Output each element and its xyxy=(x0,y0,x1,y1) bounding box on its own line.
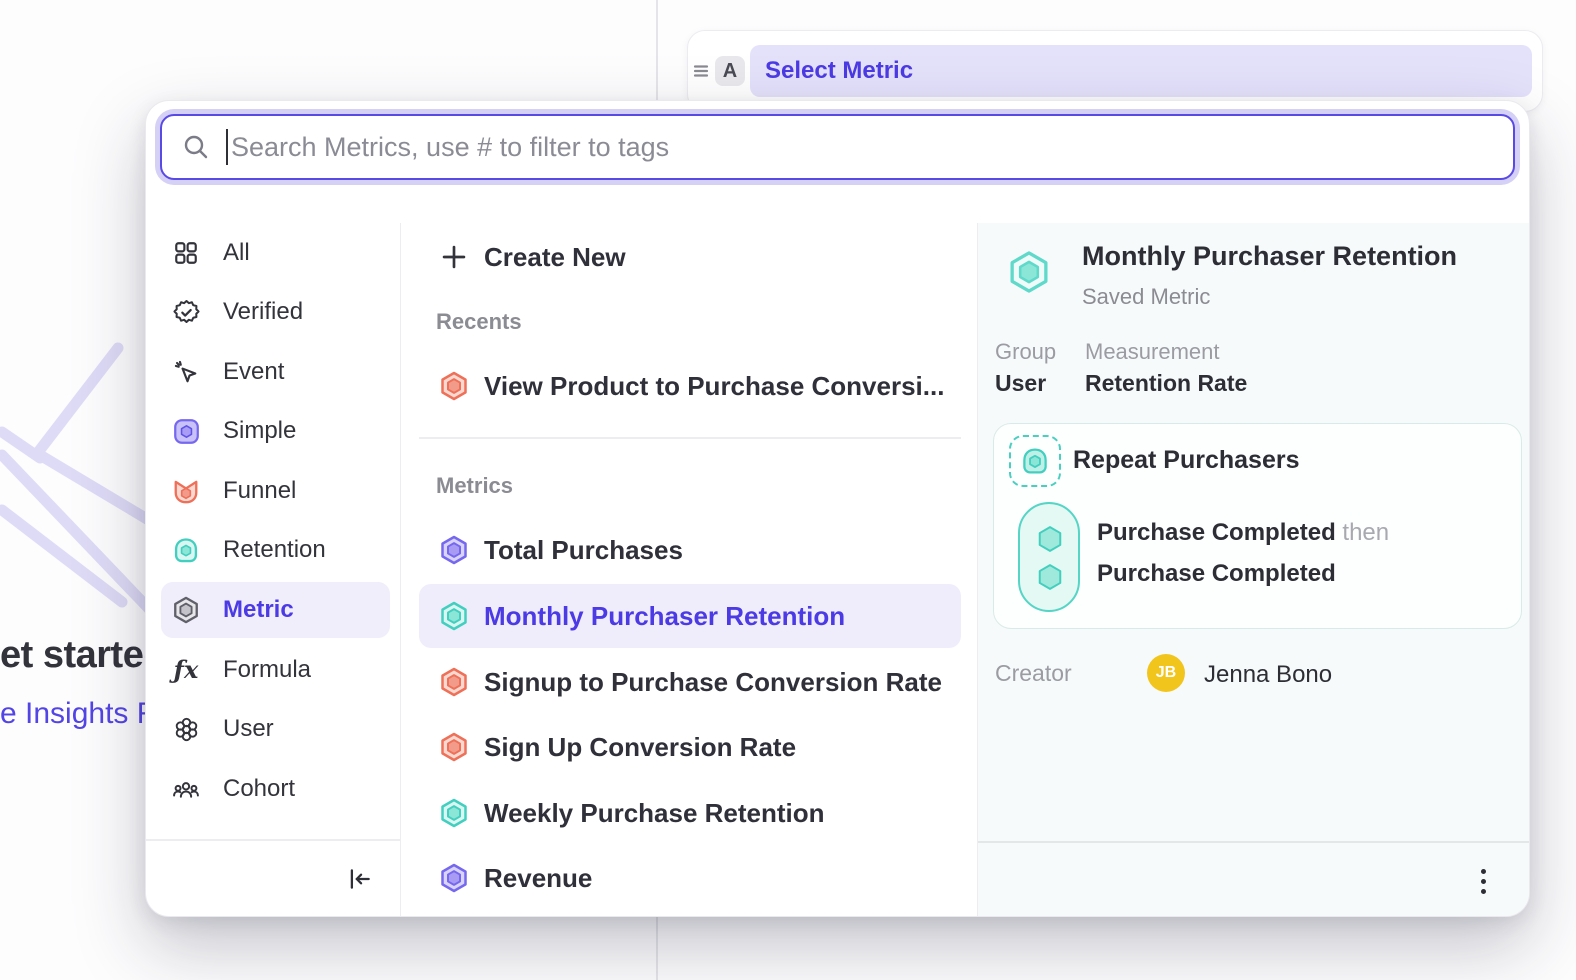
cursor-click-icon xyxy=(171,357,201,387)
funnel-steps-capsule xyxy=(1018,502,1080,612)
sidebar-item-event[interactable]: Event xyxy=(161,344,390,400)
measurement-label: Measurement xyxy=(1085,339,1220,365)
detail-footer-divider xyxy=(978,841,1529,843)
measurement-value: Retention Rate xyxy=(1085,370,1247,397)
more-options-button[interactable] xyxy=(1467,865,1499,897)
hexagon-teal-icon xyxy=(1007,250,1051,299)
metric-list-column: Create New Recents View Product to Purch… xyxy=(401,223,978,916)
search-input[interactable]: Search Metrics, use # to filter to tags xyxy=(160,114,1515,180)
group-label: Group xyxy=(995,339,1056,365)
definition-name: Repeat Purchasers xyxy=(1073,446,1300,475)
grid-icon xyxy=(171,238,201,268)
cohort-icon xyxy=(171,774,201,804)
create-new-button[interactable]: Create New xyxy=(419,225,961,289)
hexagon-orange-icon xyxy=(439,371,469,401)
sidebar-footer-divider xyxy=(146,839,400,841)
definition-step-2: Purchase Completed xyxy=(1097,560,1336,588)
hexagon-purple-icon xyxy=(439,535,469,565)
background-chart-illustration xyxy=(0,340,160,630)
sidebar-item-cohort[interactable]: Cohort xyxy=(161,761,390,817)
sidebar-item-verified[interactable]: Verified xyxy=(161,284,390,340)
simple-metric-icon xyxy=(171,416,201,446)
metric-picker-modal: Search Metrics, use # to filter to tags … xyxy=(145,100,1530,917)
metrics-heading: Metrics xyxy=(436,473,513,499)
select-metric-label: Select Metric xyxy=(765,57,913,85)
metric-row-signup-to-purchase-conversion-rate[interactable]: Signup to Purchase Conversion Rate xyxy=(419,650,961,714)
hexagon-purple-icon xyxy=(439,863,469,893)
creator-name: Jenna Bono xyxy=(1204,661,1332,689)
search-icon xyxy=(182,133,210,161)
step-hexagon-icon xyxy=(1035,562,1065,597)
verified-badge-icon xyxy=(171,297,201,327)
filter-sidebar: All Verified Event Simple xyxy=(146,223,401,916)
select-metric-button[interactable]: Select Metric xyxy=(750,45,1532,97)
sidebar-item-user[interactable]: User xyxy=(161,701,390,757)
detail-title: Monthly Purchaser Retention xyxy=(1082,241,1457,272)
metric-definition-card: Repeat Purchasers Purchase Completed the… xyxy=(993,423,1522,629)
recent-item[interactable]: View Product to Purchase Conversi... xyxy=(419,354,961,418)
list-divider xyxy=(419,437,961,439)
metric-row-sign-up-conversion-rate[interactable]: Sign Up Conversion Rate xyxy=(419,715,961,779)
metric-row-total-purchases[interactable]: Total Purchases xyxy=(419,518,961,582)
metric-row-monthly-purchaser-retention[interactable]: Monthly Purchaser Retention xyxy=(419,584,961,648)
step-connector: then xyxy=(1342,519,1389,546)
detail-subtitle: Saved Metric xyxy=(1082,284,1210,310)
collapse-left-icon xyxy=(347,866,373,892)
step-hexagon-icon xyxy=(1035,524,1065,559)
search-placeholder: Search Metrics, use # to filter to tags xyxy=(231,132,669,163)
sidebar-item-all[interactable]: All xyxy=(161,225,390,281)
drag-handle-icon[interactable] xyxy=(691,61,711,81)
user-profile-icon xyxy=(171,714,201,744)
creator-avatar: JB xyxy=(1147,654,1185,692)
collapse-sidebar-button[interactable] xyxy=(344,863,376,895)
metric-row-weekly-purchase-retention[interactable]: Weekly Purchase Retention xyxy=(419,781,961,845)
hexagon-teal-icon xyxy=(439,601,469,631)
metric-row-revenue[interactable]: Revenue xyxy=(419,846,961,910)
retention-definition-icon xyxy=(1009,435,1061,487)
sidebar-item-metric[interactable]: Metric xyxy=(161,582,390,638)
formula-icon: ƒx xyxy=(171,655,201,685)
sidebar-item-formula[interactable]: ƒx Formula xyxy=(161,642,390,698)
retention-metric-icon xyxy=(171,535,201,565)
plus-icon xyxy=(439,242,469,272)
metric-letter-badge[interactable]: A xyxy=(715,56,745,86)
definition-step-1: Purchase Completed then xyxy=(1097,519,1389,547)
group-value: User xyxy=(995,370,1046,397)
hexagon-teal-icon xyxy=(439,798,469,828)
sidebar-item-funnel[interactable]: Funnel xyxy=(161,463,390,519)
recents-heading: Recents xyxy=(436,309,522,335)
kebab-icon xyxy=(1481,869,1486,874)
hexagon-orange-icon xyxy=(439,732,469,762)
metric-detail-panel: Monthly Purchaser Retention Saved Metric… xyxy=(978,223,1529,916)
sidebar-item-retention[interactable]: Retention xyxy=(161,522,390,578)
sidebar-item-simple[interactable]: Simple xyxy=(161,403,390,459)
saved-metric-icon xyxy=(171,595,201,625)
creator-label: Creator xyxy=(995,660,1072,687)
hexagon-orange-icon xyxy=(439,667,469,697)
funnel-metric-icon xyxy=(171,476,201,506)
text-cursor xyxy=(226,129,228,165)
